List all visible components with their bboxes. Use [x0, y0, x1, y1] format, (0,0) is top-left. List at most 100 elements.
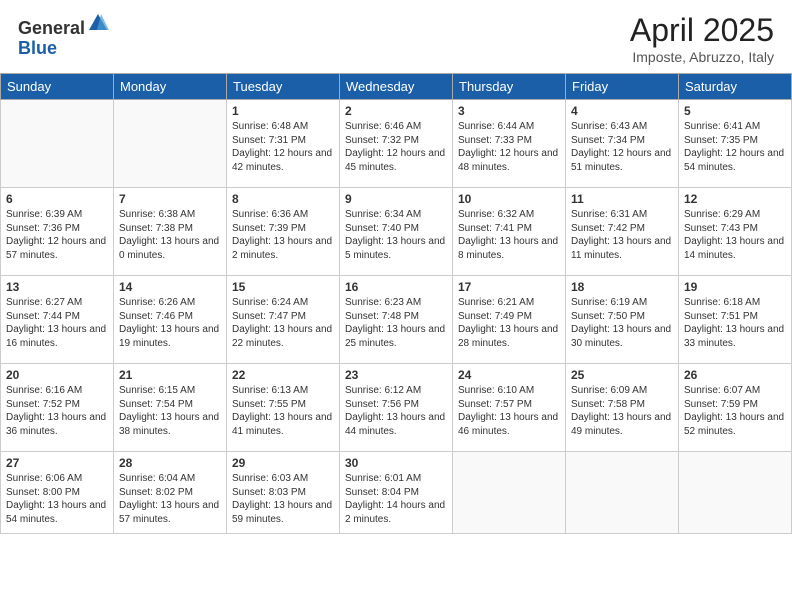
day-detail: Sunrise: 6:27 AMSunset: 7:44 PMDaylight:…	[6, 296, 108, 350]
day-number: 30	[345, 456, 447, 470]
day-number: 3	[458, 104, 560, 118]
calendar-cell: 29 Sunrise: 6:03 AMSunset: 8:03 PMDayligh…	[227, 452, 340, 534]
calendar-cell: 20Sunrise: 6:16 AMSunset: 7:52 PMDayligh…	[1, 364, 114, 452]
day-number: 18	[571, 280, 673, 294]
day-number: 21	[119, 368, 221, 382]
day-detail: Sunrise: 6:43 AMSunset: 7:34 PMDaylight:…	[571, 120, 673, 174]
logo: General Blue	[18, 12, 109, 59]
day-number: 17	[458, 280, 560, 294]
logo-blue-text: Blue	[18, 38, 57, 58]
calendar-cell: 8 Sunrise: 6:36 AMSunset: 7:39 PMDaylight…	[227, 188, 340, 276]
calendar-table: SundayMondayTuesdayWednesdayThursdayFrid…	[0, 73, 792, 534]
day-detail: Sunrise: 6:03 AMSunset: 8:03 PMDaylight:…	[232, 472, 334, 526]
calendar-cell: 12 Sunrise: 6:29 AMSunset: 7:43 PMDayligh…	[679, 188, 792, 276]
day-number: 5	[684, 104, 786, 118]
day-number: 15	[232, 280, 334, 294]
day-number: 24	[458, 368, 560, 382]
calendar-cell: 28 Sunrise: 6:04 AMSunset: 8:02 PMDayligh…	[114, 452, 227, 534]
day-of-week-header: Saturday	[679, 74, 792, 100]
calendar-cell: 9 Sunrise: 6:34 AMSunset: 7:40 PMDaylight…	[340, 188, 453, 276]
day-detail: Sunrise: 6:18 AMSunset: 7:51 PMDaylight:…	[684, 296, 786, 350]
logo-icon	[87, 12, 109, 34]
day-number: 2	[345, 104, 447, 118]
day-detail: Sunrise: 6:09 AMSunset: 7:58 PMDaylight:…	[571, 384, 673, 438]
calendar-cell	[114, 100, 227, 188]
day-number: 26	[684, 368, 786, 382]
day-number: 27	[6, 456, 108, 470]
day-detail: Sunrise: 6:12 AMSunset: 7:56 PMDaylight:…	[345, 384, 447, 438]
day-number: 6	[6, 192, 108, 206]
calendar-cell: 11Sunrise: 6:31 AMSunset: 7:42 PMDayligh…	[566, 188, 679, 276]
days-of-week-row: SundayMondayTuesdayWednesdayThursdayFrid…	[1, 74, 792, 100]
calendar-cell	[453, 452, 566, 534]
day-detail: Sunrise: 6:15 AMSunset: 7:54 PMDaylight:…	[119, 384, 221, 438]
day-of-week-header: Friday	[566, 74, 679, 100]
day-detail: Sunrise: 6:36 AMSunset: 7:39 PMDaylight:…	[232, 208, 334, 262]
day-detail: Sunrise: 6:46 AMSunset: 7:32 PMDaylight:…	[345, 120, 447, 174]
day-detail: Sunrise: 6:24 AMSunset: 7:47 PMDaylight:…	[232, 296, 334, 350]
day-detail: Sunrise: 6:10 AMSunset: 7:57 PMDaylight:…	[458, 384, 560, 438]
calendar-cell: 4 Sunrise: 6:43 AMSunset: 7:34 PMDaylight…	[566, 100, 679, 188]
calendar-cell: 15 Sunrise: 6:24 AMSunset: 7:47 PMDayligh…	[227, 276, 340, 364]
day-detail: Sunrise: 6:44 AMSunset: 7:33 PMDaylight:…	[458, 120, 560, 174]
calendar-cell: 7 Sunrise: 6:38 AMSunset: 7:38 PMDaylight…	[114, 188, 227, 276]
day-detail: Sunrise: 6:19 AMSunset: 7:50 PMDaylight:…	[571, 296, 673, 350]
calendar-cell: 16 Sunrise: 6:23 AMSunset: 7:48 PMDayligh…	[340, 276, 453, 364]
calendar-cell: 2 Sunrise: 6:46 AMSunset: 7:32 PMDaylight…	[340, 100, 453, 188]
day-detail: Sunrise: 6:48 AMSunset: 7:31 PMDaylight:…	[232, 120, 334, 174]
day-number: 10	[458, 192, 560, 206]
day-detail: Sunrise: 6:41 AMSunset: 7:35 PMDaylight:…	[684, 120, 786, 174]
calendar-cell: 23 Sunrise: 6:12 AMSunset: 7:56 PMDayligh…	[340, 364, 453, 452]
day-number: 9	[345, 192, 447, 206]
day-of-week-header: Sunday	[1, 74, 114, 100]
day-number: 22	[232, 368, 334, 382]
calendar-cell: 1 Sunrise: 6:48 AMSunset: 7:31 PMDaylight…	[227, 100, 340, 188]
day-of-week-header: Tuesday	[227, 74, 340, 100]
day-number: 13	[6, 280, 108, 294]
calendar-cell	[566, 452, 679, 534]
calendar-title: April 2025	[630, 12, 774, 49]
day-number: 28	[119, 456, 221, 470]
calendar-location: Imposte, Abruzzo, Italy	[630, 49, 774, 65]
day-number: 23	[345, 368, 447, 382]
calendar-cell: 14Sunrise: 6:26 AMSunset: 7:46 PMDayligh…	[114, 276, 227, 364]
calendar-cell: 17 Sunrise: 6:21 AMSunset: 7:49 PMDayligh…	[453, 276, 566, 364]
calendar-cell: 30 Sunrise: 6:01 AMSunset: 8:04 PMDayligh…	[340, 452, 453, 534]
day-detail: Sunrise: 6:32 AMSunset: 7:41 PMDaylight:…	[458, 208, 560, 262]
day-number: 25	[571, 368, 673, 382]
calendar-cell: 18 Sunrise: 6:19 AMSunset: 7:50 PMDayligh…	[566, 276, 679, 364]
calendar-cell: 25 Sunrise: 6:09 AMSunset: 7:58 PMDayligh…	[566, 364, 679, 452]
day-number: 8	[232, 192, 334, 206]
day-number: 16	[345, 280, 447, 294]
calendar-cell	[679, 452, 792, 534]
calendar-cell: 10 Sunrise: 6:32 AMSunset: 7:41 PMDayligh…	[453, 188, 566, 276]
day-detail: Sunrise: 6:26 AMSunset: 7:46 PMDaylight:…	[119, 296, 221, 350]
header: General Blue April 2025 Imposte, Abruzzo…	[0, 0, 792, 73]
day-number: 4	[571, 104, 673, 118]
calendar-cell	[1, 100, 114, 188]
day-of-week-header: Thursday	[453, 74, 566, 100]
day-number: 12	[684, 192, 786, 206]
logo-general-text: General	[18, 18, 85, 38]
day-detail: Sunrise: 6:04 AMSunset: 8:02 PMDaylight:…	[119, 472, 221, 526]
calendar-cell: 24 Sunrise: 6:10 AMSunset: 7:57 PMDayligh…	[453, 364, 566, 452]
day-detail: Sunrise: 6:38 AMSunset: 7:38 PMDaylight:…	[119, 208, 221, 262]
day-of-week-header: Monday	[114, 74, 227, 100]
day-detail: Sunrise: 6:23 AMSunset: 7:48 PMDaylight:…	[345, 296, 447, 350]
day-number: 20	[6, 368, 108, 382]
day-number: 1	[232, 104, 334, 118]
calendar-cell: 21 Sunrise: 6:15 AMSunset: 7:54 PMDayligh…	[114, 364, 227, 452]
day-detail: Sunrise: 6:29 AMSunset: 7:43 PMDaylight:…	[684, 208, 786, 262]
day-detail: Sunrise: 6:06 AMSunset: 8:00 PMDaylight:…	[6, 472, 108, 526]
day-detail: Sunrise: 6:21 AMSunset: 7:49 PMDaylight:…	[458, 296, 560, 350]
calendar-cell: 13 Sunrise: 6:27 AMSunset: 7:44 PMDayligh…	[1, 276, 114, 364]
day-number: 19	[684, 280, 786, 294]
day-detail: Sunrise: 6:01 AMSunset: 8:04 PMDaylight:…	[345, 472, 447, 526]
day-number: 7	[119, 192, 221, 206]
day-number: 29	[232, 456, 334, 470]
calendar-cell: 3 Sunrise: 6:44 AMSunset: 7:33 PMDaylight…	[453, 100, 566, 188]
calendar-cell: 6Sunrise: 6:39 AMSunset: 7:36 PMDaylight…	[1, 188, 114, 276]
day-number: 11	[571, 192, 673, 206]
day-detail: Sunrise: 6:34 AMSunset: 7:40 PMDaylight:…	[345, 208, 447, 262]
calendar-cell: 27 Sunrise: 6:06 AMSunset: 8:00 PMDayligh…	[1, 452, 114, 534]
